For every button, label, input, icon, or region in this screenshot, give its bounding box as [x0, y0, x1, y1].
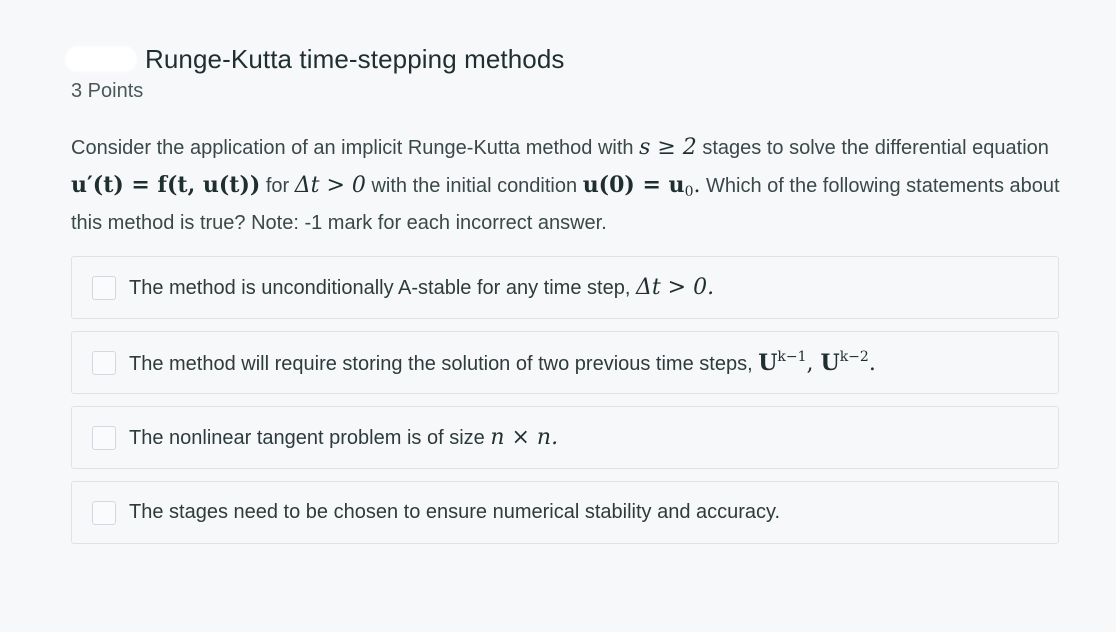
- question-card: Runge-Kutta time-stepping methods 3 Poin…: [65, 40, 1061, 556]
- question-prompt: Consider the application of an implicit …: [71, 129, 1061, 242]
- option-label: The method will require storing the solu…: [129, 350, 876, 376]
- option-text: The stages need to be chosen to ensure n…: [129, 501, 781, 523]
- option-math-u: U: [820, 349, 840, 376]
- option-label: The nonlinear tangent problem is of size…: [129, 425, 558, 450]
- option-math-expr: Δt > 0.: [635, 275, 715, 300]
- option-math-end: .: [868, 350, 876, 376]
- option-math-sup: k−1: [777, 348, 807, 365]
- math-ode: u′(t) = f(t, u(t)): [71, 172, 261, 198]
- option-label: The stages need to be chosen to ensure n…: [129, 501, 780, 524]
- math-stages: s ≥ 2: [639, 135, 697, 160]
- option-text: The method will require storing the solu…: [129, 352, 759, 375]
- answer-option-2[interactable]: The method will require storing the solu…: [71, 331, 1059, 394]
- math-ode-expr: u′(t) = f(t, u(t)): [71, 172, 261, 198]
- option-math: Uk−1, Uk−2.: [758, 348, 876, 376]
- answer-option-1[interactable]: The method is unconditionally A-stable f…: [71, 256, 1059, 319]
- prompt-text: with the initial condition: [365, 175, 583, 197]
- redacted-question-number: [65, 46, 137, 72]
- option-math-u: U: [758, 349, 778, 376]
- checkbox[interactable]: [92, 275, 116, 300]
- option-math: Δt > 0.: [636, 275, 714, 300]
- math-ic-expr: u(0) = u: [582, 172, 685, 198]
- option-math-sep: ,: [806, 350, 821, 376]
- option-label: The method is unconditionally A-stable f…: [129, 275, 714, 300]
- answer-option-3[interactable]: The nonlinear tangent problem is of size…: [71, 406, 1059, 469]
- prompt-text: stages to solve the differential equatio…: [696, 137, 1049, 159]
- option-text: The method is unconditionally A-stable f…: [129, 277, 636, 299]
- option-text: The nonlinear tangent problem is of size: [129, 427, 491, 449]
- option-math-expr: n × n.: [490, 425, 559, 450]
- checkbox[interactable]: [92, 350, 116, 375]
- option-math: n × n.: [490, 425, 558, 450]
- answer-option-4[interactable]: The stages need to be chosen to ensure n…: [71, 481, 1059, 544]
- question-header: Runge-Kutta time-stepping methods: [65, 40, 1059, 78]
- question-points: 3 Points: [71, 80, 144, 102]
- option-math-sup: k−2: [839, 348, 869, 365]
- checkbox[interactable]: [92, 425, 116, 450]
- answer-options: The method is unconditionally A-stable f…: [71, 256, 1059, 544]
- prompt-text: for: [260, 175, 295, 197]
- math-dt: Δt > 0: [295, 173, 366, 198]
- checkbox[interactable]: [92, 500, 116, 525]
- question-title: Runge-Kutta time-stepping methods: [145, 43, 565, 74]
- prompt-text: Consider the application of an implicit …: [71, 137, 640, 159]
- math-initial-condition: u(0) = u0.: [582, 172, 701, 199]
- math-dt-expr: Δt > 0: [294, 173, 366, 198]
- math-stages-expr: s ≥ 2: [639, 135, 697, 160]
